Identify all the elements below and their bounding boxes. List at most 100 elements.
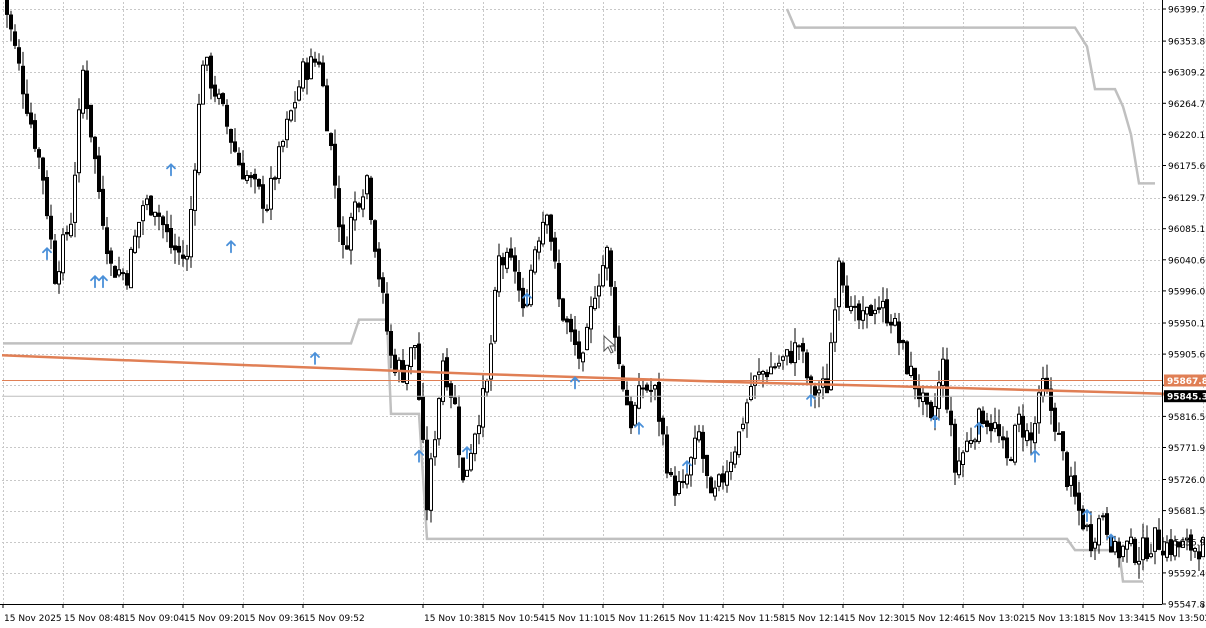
candle-body xyxy=(373,220,377,252)
candle xyxy=(57,261,61,294)
candle-body xyxy=(609,250,613,287)
axis-frame xyxy=(0,0,1163,605)
candle-body xyxy=(345,245,349,250)
candle xyxy=(221,92,225,107)
candle xyxy=(5,0,9,28)
candle-body xyxy=(965,440,969,452)
candle xyxy=(545,213,549,234)
candle-body xyxy=(397,359,401,372)
candle xyxy=(753,375,757,399)
candle xyxy=(1057,422,1061,435)
x-tick-label: 15 Nov 13:34 xyxy=(1084,614,1145,624)
candle-body xyxy=(497,255,501,293)
candle xyxy=(213,75,217,103)
candle xyxy=(565,316,569,335)
envelope-upper xyxy=(785,8,1155,185)
candle xyxy=(265,204,269,213)
candle-body xyxy=(1129,536,1133,545)
candle-body xyxy=(225,104,229,127)
candle xyxy=(901,339,905,350)
candle-body xyxy=(209,55,213,89)
candle xyxy=(889,314,893,334)
candle-body xyxy=(993,422,997,429)
candle xyxy=(833,298,837,352)
candle xyxy=(1121,544,1125,562)
candle xyxy=(1025,423,1029,447)
candle xyxy=(533,246,537,275)
candle xyxy=(853,295,857,322)
candle-body xyxy=(1193,548,1197,552)
candle xyxy=(681,469,685,489)
candle-body xyxy=(773,366,777,369)
candle-body xyxy=(205,56,209,66)
candle xyxy=(897,313,901,356)
candle xyxy=(1081,505,1085,531)
candle xyxy=(701,425,705,473)
candle-body xyxy=(1021,415,1025,438)
candle-body xyxy=(297,86,301,101)
candle-body xyxy=(717,474,721,487)
candle xyxy=(1053,402,1057,442)
candle-body xyxy=(161,216,165,226)
candle-body xyxy=(1073,475,1077,497)
candle-body xyxy=(353,201,357,221)
candle-body xyxy=(1037,392,1041,424)
candle xyxy=(541,211,545,247)
current-price-tag-label: 95845.30 xyxy=(1167,393,1206,403)
candle-body xyxy=(313,58,317,63)
x-tick-label: 15 Nov 11:58 xyxy=(724,614,785,624)
candle-body xyxy=(325,85,329,132)
candle xyxy=(105,217,109,265)
y-tick-label: 96264.70 xyxy=(1168,100,1206,110)
candle-body xyxy=(1077,492,1081,511)
candle-body xyxy=(37,149,41,158)
candle-body xyxy=(613,287,617,338)
candle-body xyxy=(1113,541,1117,553)
candle-body xyxy=(173,245,177,251)
candle-body xyxy=(97,155,101,192)
candle xyxy=(1013,423,1017,466)
candle-body xyxy=(1085,524,1089,528)
candle xyxy=(885,288,889,327)
candle xyxy=(61,228,65,281)
candle-body xyxy=(77,109,81,174)
candle-body xyxy=(1105,513,1109,535)
candle xyxy=(173,233,177,264)
candle-body xyxy=(9,14,13,30)
candle xyxy=(1077,481,1081,526)
candle xyxy=(413,345,417,360)
candle xyxy=(949,396,953,437)
candle xyxy=(917,374,921,408)
candle-body xyxy=(329,133,333,147)
candle-body xyxy=(981,410,985,425)
y-tick-label: 96220.15 xyxy=(1168,131,1206,141)
candle-body xyxy=(5,0,9,15)
candle xyxy=(805,349,809,385)
candle xyxy=(581,351,585,372)
arrow-up-icon xyxy=(310,351,320,365)
candle xyxy=(477,414,481,445)
candle-body xyxy=(1101,515,1105,518)
y-tick-label: 95771.95 xyxy=(1168,444,1206,454)
candle-body xyxy=(333,143,337,186)
candle xyxy=(517,260,521,302)
candle xyxy=(341,216,345,259)
candle-body xyxy=(801,343,805,352)
candle xyxy=(553,231,557,269)
candle-body xyxy=(81,69,85,114)
candle-body xyxy=(725,471,729,486)
candle xyxy=(957,447,961,479)
candle-body xyxy=(293,102,297,109)
candle-body xyxy=(961,452,965,465)
candle-body xyxy=(905,341,909,375)
arrow-up-icon xyxy=(634,421,644,435)
price-chart[interactable]: 96399.70 96353.80 96309.25 96264.70 96220.15… xyxy=(0,0,1206,628)
candle-body xyxy=(1017,413,1021,425)
arrow-up-icon xyxy=(42,247,52,261)
candle xyxy=(641,379,645,399)
candle-body xyxy=(165,224,169,233)
candle-body xyxy=(133,235,137,253)
candle xyxy=(137,221,141,249)
candle-body xyxy=(701,431,705,459)
candle xyxy=(849,296,853,314)
